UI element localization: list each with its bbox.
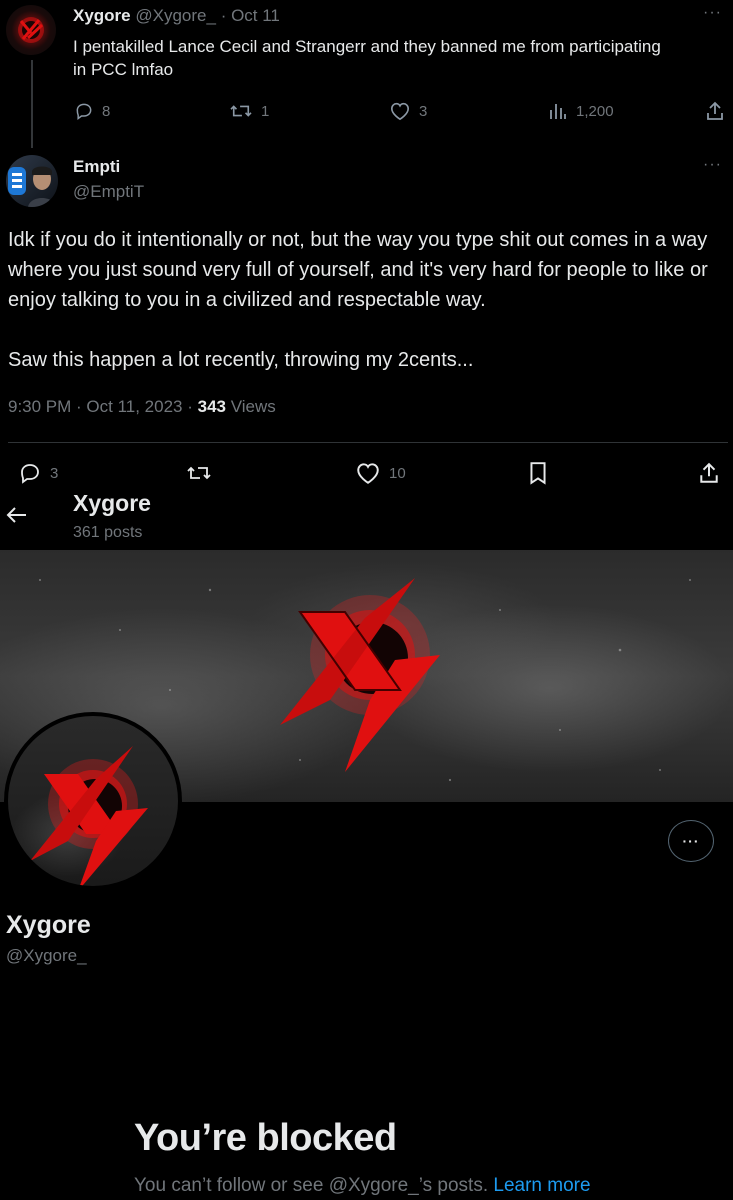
tweet1-views-button[interactable]: 1,200 [548,101,614,121]
thread-line [31,60,33,148]
tweet2-like-count: 10 [389,464,406,482]
learn-more-link[interactable]: Learn more [493,1175,590,1196]
views-icon [550,104,566,119]
tweet2-more-icon[interactable]: ··· [703,156,722,174]
tweet2-reply-button[interactable]: 3 [18,461,58,485]
tweet1-like-count: 3 [419,102,428,120]
blocked-message: You can’t follow or see @Xygore_’s posts… [134,1175,591,1197]
tweet2-views-count: 343 [197,397,226,416]
tweet2-views-label: Views [230,397,276,416]
reply-icon [21,464,39,484]
blocked-text: You can’t follow or see @Xygore_’s posts… [134,1175,489,1196]
tweet2-like-button[interactable]: 10 [355,461,406,485]
avatar-xs-logo-icon [30,746,148,886]
share-icon [707,101,723,120]
bookmark-icon [530,462,546,485]
empti-avatar[interactable] [6,155,58,207]
reply-icon [76,103,92,120]
divider [8,442,728,443]
tweet1-text: I pentakilled Lance Cecil and Strangerr … [73,37,661,79]
tweet1-time[interactable]: · Oct 11 [221,6,280,25]
tweet1-retweet-count: 1 [261,102,270,120]
tweet2-meta: 9:30 PM · Oct 11, 2023 · 343 Views [8,397,276,417]
profile-more-button[interactable]: ··· [668,820,714,862]
tweet1-name[interactable]: Xygore [73,6,131,25]
tweet2-text: Idk if you do it intentionally or not, b… [8,225,728,375]
like-icon [357,463,379,484]
tweet2-paragraph2: Saw this happen a lot recently, throwing… [8,349,474,371]
tweet1-retweet-button[interactable]: 1 [229,101,269,121]
empti-avatar-icon [8,166,56,207]
tweet1-reply-count: 8 [102,102,111,120]
retweet-icon [230,105,252,117]
xs-logo-icon [18,17,44,43]
tweet1-handle[interactable]: @Xygore_ [135,6,216,25]
xygore-avatar-small[interactable] [6,5,56,55]
tweet2-name[interactable]: Empti [73,157,120,177]
profile-avatar[interactable] [4,712,182,890]
tweet2-share-button[interactable] [698,461,720,485]
tweet1-more-icon[interactable]: ··· [703,4,722,22]
tweet2-bookmark-button[interactable] [527,461,549,485]
blocked-title: You’re blocked [134,1117,397,1159]
profile-post-count: 361 posts [73,524,143,541]
share-icon [700,462,718,483]
tweet1-share-button[interactable] [705,101,725,121]
tweet1-header: Xygore @Xygore_ · Oct 11 [73,6,280,26]
tweet1-like-button[interactable]: 3 [389,101,427,121]
retweet-icon [187,466,211,480]
tweet2-paragraph1: Idk if you do it intentionally or not, b… [8,229,708,311]
tweet1-views-count: 1,200 [576,102,614,120]
tweet2-retweet-button[interactable] [186,461,220,485]
profile-header-name: Xygore [73,490,151,516]
profile-handle: @Xygore_ [6,946,87,965]
tweet2-reply-count: 3 [50,464,59,482]
profile-name: Xygore [6,911,91,939]
tweet1-reply-button[interactable]: 8 [74,101,110,121]
tweet2-handle[interactable]: @EmptiT [73,182,144,202]
back-arrow-icon[interactable] [6,504,28,526]
tweet2-timestamp[interactable]: 9:30 PM · Oct 11, 2023 · [8,397,193,416]
like-icon [390,102,410,121]
